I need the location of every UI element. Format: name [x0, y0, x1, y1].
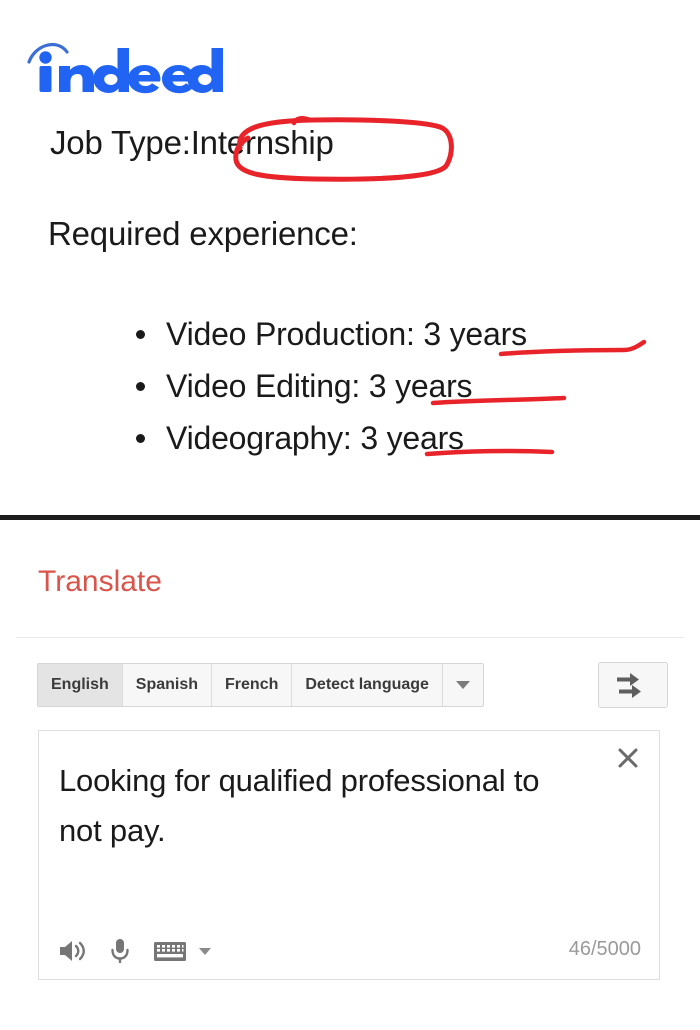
clear-text-button[interactable] — [615, 745, 641, 771]
list-item: Video Editing: 3 years — [130, 360, 527, 412]
chevron-down-icon — [455, 681, 470, 689]
voice-input-button[interactable] — [109, 937, 131, 965]
microphone-icon — [111, 939, 129, 963]
tab-english[interactable]: English — [38, 664, 123, 706]
tab-spanish[interactable]: Spanish — [122, 664, 213, 706]
source-text-box[interactable]: Looking for qualified professional to no… — [38, 730, 660, 980]
tab-detect-language[interactable]: Detect language — [292, 664, 443, 706]
chevron-down-icon[interactable] — [199, 947, 211, 955]
translate-section: Translate English Spanish French Detect … — [0, 520, 700, 1030]
close-icon — [618, 748, 638, 768]
requirement-skill: Videography: — [166, 420, 352, 456]
bullet-icon — [136, 330, 145, 339]
job-type-value: Internship — [190, 124, 334, 161]
requirement-years: 3 years — [368, 368, 473, 404]
required-experience-heading: Required experience: — [48, 215, 358, 252]
list-item: Video Production: 3 years — [130, 308, 527, 360]
keyboard-icon — [154, 942, 186, 961]
input-toolbar — [57, 937, 211, 965]
tab-french[interactable]: French — [212, 664, 293, 706]
title-divider — [16, 637, 684, 638]
requirements-list: Video Production: 3 years Video Editing:… — [130, 308, 527, 464]
page-title: Translate — [38, 565, 162, 598]
character-counter: 46/5000 — [568, 938, 641, 960]
job-type-label: Job Type: — [50, 124, 191, 161]
requirement-years: 3 years — [360, 420, 464, 456]
list-item: Videography: 3 years — [130, 412, 527, 464]
indeed-logo — [27, 40, 227, 94]
requirement-skill: Video Editing: — [166, 368, 361, 404]
listen-button[interactable] — [57, 938, 87, 964]
more-languages-button[interactable] — [442, 664, 483, 706]
bullet-icon — [136, 382, 145, 391]
bullet-icon — [136, 434, 145, 443]
job-posting-section: Job Type:Internship Required experience:… — [0, 0, 700, 518]
job-type-line: Job Type:Internship — [50, 124, 334, 162]
swap-languages-button[interactable] — [598, 662, 668, 708]
keyboard-button[interactable] — [153, 939, 187, 963]
source-text-input[interactable]: Looking for qualified professional to no… — [59, 756, 579, 856]
speaker-icon — [60, 941, 85, 961]
requirement-skill: Video Production: — [166, 316, 415, 352]
requirement-years: 3 years — [423, 316, 527, 352]
swap-languages-icon — [617, 673, 641, 698]
source-language-tabs: English Spanish French Detect language — [37, 663, 484, 707]
